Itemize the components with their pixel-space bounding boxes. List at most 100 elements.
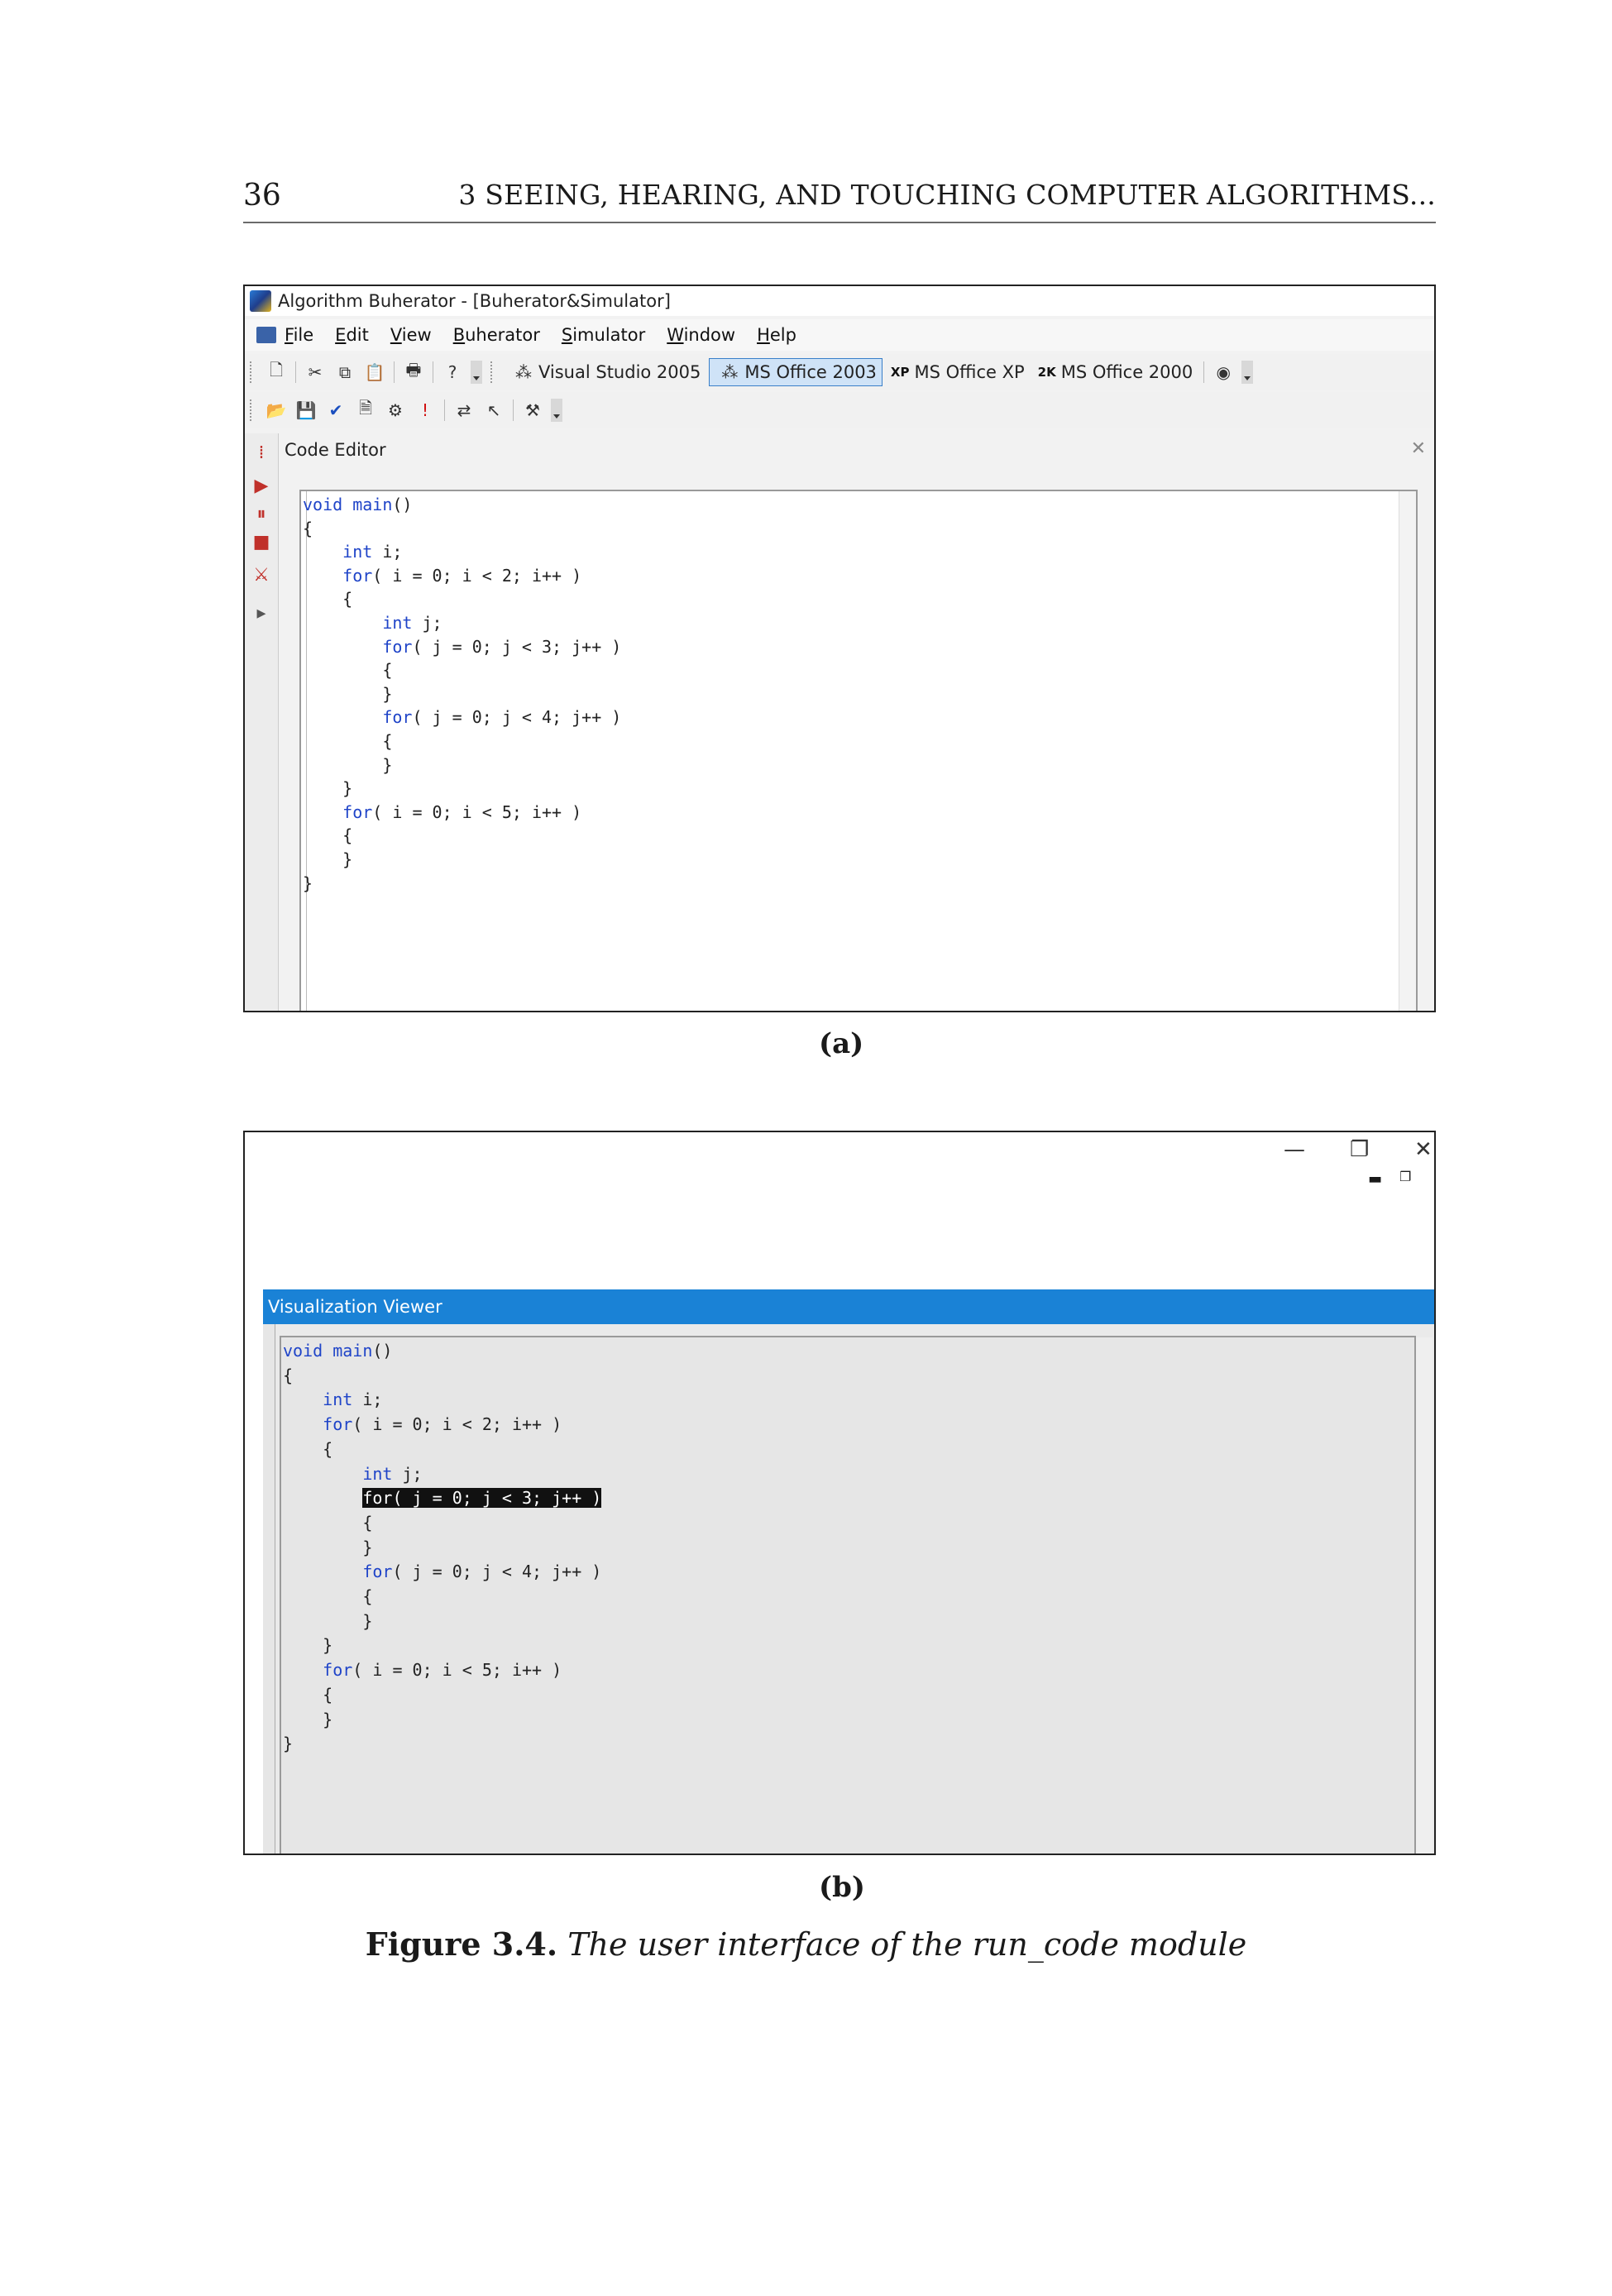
color-wheel-icon[interactable]: ◉ [1211, 360, 1236, 385]
expand-icon[interactable]: ▸ [251, 604, 271, 624]
toolbar-grip[interactable] [250, 361, 256, 383]
figure-label: Figure 3.4. [365, 1925, 558, 1963]
style-icon: ⁂ [515, 362, 532, 382]
figure-caption-text: The user interface of the run_code modul… [567, 1926, 1247, 1963]
subcaption-b: (b) [819, 1871, 865, 1904]
minimize-icon[interactable]: — [1284, 1137, 1305, 1162]
document-icon[interactable]: 🗎 [353, 398, 378, 423]
close-icon[interactable]: ✕ [1411, 438, 1426, 459]
gear-icon[interactable]: ⚙ [383, 398, 408, 423]
debug-toolbar: ⁞ ▶ ⏸ ■ ⚔ ▸ [245, 433, 279, 1011]
running-head: 36 3 SEEING, HEARING, AND TOUCHING COMPU… [243, 175, 1436, 223]
menu-simulator[interactable]: Simulator [562, 325, 645, 345]
code-text[interactable]: void main() { int i; for( i = 0; i < 2; i… [303, 493, 621, 895]
stop-icon[interactable]: ■ [251, 533, 271, 552]
tools-icon[interactable]: ⚒ [520, 398, 545, 423]
step-icon[interactable]: ⁞ [251, 443, 271, 463]
visualization-viewer-title: Visualization Viewer [263, 1289, 1434, 1324]
code-line: } [283, 1610, 373, 1631]
menu-window[interactable]: Window [667, 325, 735, 345]
style-ms-office-xp[interactable]: XP MS Office XP [886, 359, 1030, 385]
visualization-code-view: void main() { int i; for( i = 0; i < 2; i… [280, 1336, 1433, 1854]
toolbar-overflow-button[interactable] [471, 361, 482, 384]
menu-view[interactable]: View [390, 325, 432, 345]
chapter-title: 3 SEEING, HEARING, AND TOUCHING COMPUTER… [458, 179, 1436, 211]
code-line: { [283, 1684, 333, 1705]
subcaption-a: (a) [819, 1027, 864, 1060]
toolbar-overflow-button[interactable] [551, 399, 562, 422]
code-line: } [303, 754, 393, 775]
code-line: { [283, 1365, 294, 1385]
menu-help[interactable]: Help [757, 325, 796, 345]
code-line: } [303, 778, 353, 799]
toolbar-separator [444, 399, 445, 421]
toolbar-grip[interactable] [490, 361, 497, 383]
vertical-scrollbar[interactable] [1416, 1337, 1433, 1854]
code-line: { [303, 589, 353, 610]
app-icon [250, 290, 271, 312]
xp-mark: XP [890, 365, 910, 380]
menu-edit[interactable]: Edit [335, 325, 369, 345]
code-line: { [283, 1438, 333, 1459]
vertical-scrollbar[interactable] [1399, 491, 1416, 1011]
cut-icon[interactable]: ✂ [303, 360, 328, 385]
help-icon[interactable]: ? [440, 360, 465, 385]
page-number: 36 [243, 179, 281, 213]
run-icon[interactable]: ▶ [251, 476, 271, 496]
shuffle-icon[interactable]: ⇄ [452, 398, 476, 423]
print-icon[interactable]: 🖶 [401, 360, 426, 385]
paste-icon[interactable]: 📋 [362, 360, 387, 385]
code-line: for( i = 0; i < 5; i++ ) [342, 801, 582, 822]
code-editor[interactable]: void main() { int i; for( i = 0; i < 2; i… [299, 490, 1418, 1011]
code-text: void main() { int i; for( i = 0; i < 2; i… [283, 1339, 601, 1757]
close-icon[interactable]: ✕ [1414, 1137, 1433, 1162]
exclamation-icon[interactable]: ! [413, 398, 438, 423]
style-ms-office-2000[interactable]: 2K MS Office 2000 [1033, 359, 1198, 385]
code-line: } [283, 1635, 333, 1656]
code-line: for( i = 0; i < 2; i++ ) [323, 1414, 562, 1435]
tool-icon[interactable]: ⚔ [251, 566, 271, 586]
figure-caption: Figure 3.4. The user interface of the ru… [0, 1925, 1612, 1963]
code-line: } [283, 1734, 294, 1754]
visualization-viewer: void main() { int i; for( i = 0; i < 2; i… [263, 1324, 1434, 1854]
code-line: { [303, 825, 353, 846]
pause-icon[interactable]: ⏸ [251, 505, 271, 524]
child-restore-icon[interactable]: ❐ [1399, 1169, 1411, 1184]
child-minimize-icon[interactable]: ▬ [1368, 1170, 1382, 1188]
code-line: } [303, 849, 353, 869]
toolbar-separator [513, 399, 514, 421]
code-line: for( j = 0; j < 4; j++ ) [382, 707, 622, 728]
screenshot-a: Algorithm Buherator - [Buherator&Simulat… [243, 285, 1436, 1012]
copy-icon[interactable]: ⧉ [332, 360, 357, 385]
menu-buherator[interactable]: Buherator [453, 325, 540, 345]
code-editor-title: Code Editor [285, 440, 386, 460]
style-visual-studio-2005[interactable]: ⁂ Visual Studio 2005 [504, 359, 706, 385]
toolbar-overflow-button[interactable] [1241, 361, 1254, 384]
code-line: } [283, 1537, 373, 1557]
style-label: Visual Studio 2005 [538, 362, 701, 382]
style-label: MS Office 2000 [1060, 362, 1193, 382]
code-line: } [283, 1709, 333, 1729]
menu-file[interactable]: File [285, 325, 313, 345]
code-line: int j; [382, 612, 442, 633]
code-line: { [303, 518, 313, 538]
code-line: { [303, 730, 393, 751]
window-title: Algorithm Buherator - [Buherator&Simulat… [278, 291, 671, 311]
restore-icon[interactable]: ❐ [1350, 1137, 1369, 1162]
pointer-icon[interactable]: ↖ [481, 398, 506, 423]
code-line: void main() [303, 495, 413, 514]
document-menu-icon[interactable] [256, 327, 276, 343]
code-line: { [303, 660, 393, 681]
toolbar-separator [394, 361, 395, 383]
build-toolbar: 📂 💾 ✔ 🗎 ⚙ ! ⇄ ↖ ⚒ [245, 392, 1434, 428]
new-file-icon[interactable]: 🗋 [264, 360, 289, 385]
toolbar-grip[interactable] [250, 399, 256, 421]
code-line: { [283, 1512, 373, 1533]
style-label: MS Office XP [914, 362, 1025, 382]
style-ms-office-2003[interactable]: ⁂ MS Office 2003 [709, 358, 883, 386]
check-icon[interactable]: ✔ [323, 398, 348, 423]
save-icon[interactable]: 💾 [294, 398, 318, 423]
open-folder-icon[interactable]: 📂 [264, 398, 289, 423]
menu-bar: File Edit View Buherator Simulator Windo… [245, 319, 1434, 351]
code-line: for( j = 0; j < 3; j++ ) [283, 1486, 602, 1511]
